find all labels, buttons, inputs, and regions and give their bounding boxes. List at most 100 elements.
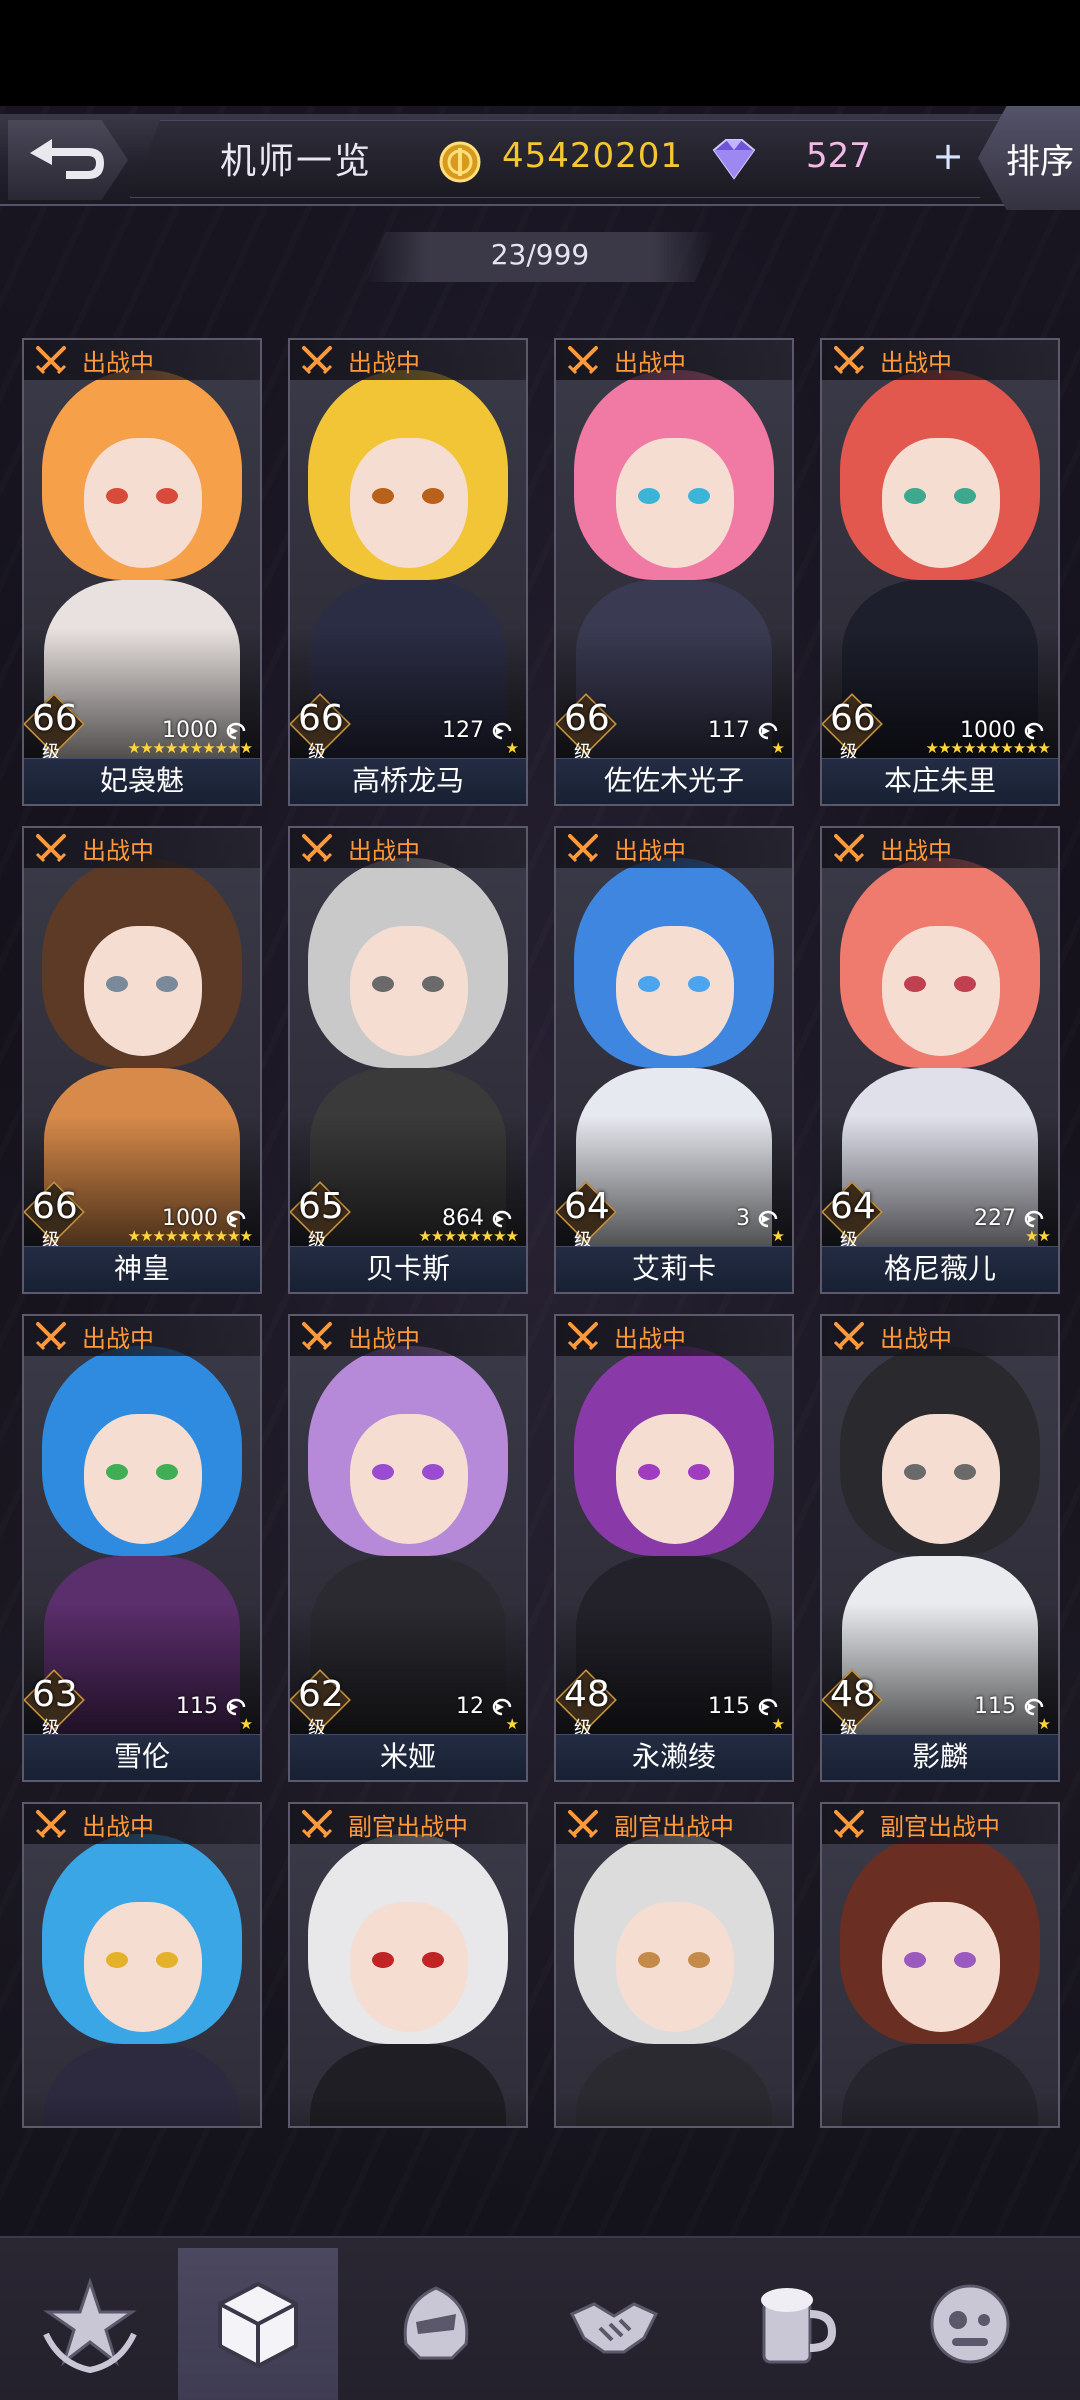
pilot-name: 影麟 <box>822 1734 1058 1780</box>
crossed-swords-icon <box>567 1810 599 1839</box>
deploy-status-tag: 出战中 <box>822 1316 1058 1356</box>
pilot-name: 米娅 <box>290 1734 526 1780</box>
nav-tab[interactable]: 酒馆 <box>712 2248 872 2400</box>
gold-coin-icon <box>439 141 481 183</box>
pilot-card[interactable]: 出战中 65 级 864 ★★★★★★★★ 贝卡斯 <box>288 826 528 1294</box>
diamond-gem-icon <box>712 139 756 180</box>
crossed-swords-icon <box>301 1810 333 1839</box>
handshake-icon <box>569 2302 659 2354</box>
deploy-status-tag: 出战中 <box>556 828 792 868</box>
pilot-card[interactable]: 出战中 48 级 115 ★ 永濑绫 <box>554 1314 794 1782</box>
pilot-portrait <box>24 340 260 760</box>
pilot-portrait <box>290 1804 526 2126</box>
deploy-status-text: 出战中 <box>82 348 154 377</box>
tavern-mug-icon <box>761 2288 837 2364</box>
shard-count: 115 <box>974 1694 1016 1719</box>
deploy-status-tag: 出战中 <box>24 1316 260 1356</box>
shard-arrow-icon <box>492 1698 512 1716</box>
deploy-status-tag: 出战中 <box>24 340 260 380</box>
pilot-name: 本庄朱里 <box>822 758 1058 804</box>
deploy-status-text: 出战中 <box>348 1324 420 1353</box>
pilot-portrait <box>822 1316 1058 1736</box>
shard-arrow-icon <box>1024 722 1044 740</box>
pilot-level: 66 <box>32 1186 78 1227</box>
nav-tab[interactable]: 编队 <box>356 2248 516 2400</box>
star-rating: ★ <box>239 1715 253 1733</box>
pilot-card[interactable]: 出战中 66 级 1000 ★★★★★★★★★★ 神皇 <box>22 826 262 1294</box>
star-rating: ★ <box>505 739 519 757</box>
crossed-swords-icon <box>833 834 865 863</box>
shard-arrow-icon <box>1024 1210 1044 1228</box>
pilot-card[interactable]: 出战中 <box>22 1802 262 2128</box>
deploy-status-tag: 出战中 <box>822 340 1058 380</box>
pilot-name: 高桥龙马 <box>290 758 526 804</box>
nav-tab[interactable]: 仓库 <box>178 2248 338 2400</box>
pilot-card[interactable]: 出战中 66 级 1000 ★★★★★★★★★★ 本庄朱里 <box>820 338 1060 806</box>
star-rating: ★★ <box>1025 1227 1051 1245</box>
crossed-swords-icon <box>35 834 67 863</box>
pilot-list-screen: 机师一览 45420201 527 + 排序 23/999 出战中 66 级 1000… <box>0 106 1080 2400</box>
deploy-status-tag: 出战中 <box>556 340 792 380</box>
shard-arrow-icon <box>226 1698 246 1716</box>
crossed-swords-icon <box>567 1322 599 1351</box>
add-gems-button[interactable]: + <box>928 137 968 178</box>
pilot-portrait <box>822 340 1058 760</box>
pilot-name: 格尼薇儿 <box>822 1246 1058 1292</box>
pilot-card[interactable]: 出战中 63 级 115 ★ 雪伦 <box>22 1314 262 1782</box>
shard-count: 227 <box>974 1206 1016 1231</box>
deploy-status-tag: 出战中 <box>822 828 1058 868</box>
gem-amount: 527 <box>806 136 871 176</box>
shop-robot-icon <box>930 2284 1010 2364</box>
pilot-card[interactable]: 副官出战中 <box>288 1802 528 2128</box>
deploy-status-tag: 出战中 <box>290 1316 526 1356</box>
shard-arrow-icon <box>758 1698 778 1716</box>
shard-arrow-icon <box>492 1210 512 1228</box>
deploy-status-text: 出战中 <box>614 348 686 377</box>
deploy-status-text: 副官出战中 <box>348 1812 468 1841</box>
deploy-status-text: 出战中 <box>82 1812 154 1841</box>
shard-arrow-icon <box>492 722 512 740</box>
pilot-card[interactable]: 副官出战中 <box>820 1802 1060 2128</box>
back-arrow-icon <box>30 139 104 179</box>
shard-count: 127 <box>442 718 484 743</box>
nav-tab[interactable]: 商城 <box>890 2248 1050 2400</box>
pilot-card[interactable]: 出战中 48 级 115 ★ 影麟 <box>820 1314 1060 1782</box>
deploy-status-tag: 出战中 <box>24 828 260 868</box>
pilot-level: 64 <box>564 1186 610 1227</box>
deploy-status-tag: 出战中 <box>556 1316 792 1356</box>
gold-coin-amount: 45420201 <box>502 136 684 176</box>
pilot-card[interactable]: 出战中 64 级 227 ★★ 格尼薇儿 <box>820 826 1060 1294</box>
nav-tab[interactable]: 社交 <box>534 2248 694 2400</box>
pilot-level: 62 <box>298 1674 344 1715</box>
pilot-card[interactable]: 出战中 66 级 127 ★ 高桥龙马 <box>288 338 528 806</box>
pilot-level: 65 <box>298 1186 344 1227</box>
crossed-swords-icon <box>567 834 599 863</box>
pilot-card[interactable]: 出战中 66 级 1000 ★★★★★★★★★★ 妃袅魅 <box>22 338 262 806</box>
crossed-swords-icon <box>833 346 865 375</box>
crossed-swords-icon <box>301 346 333 375</box>
pilot-card[interactable]: 副官出战中 <box>554 1802 794 2128</box>
shard-arrow-icon <box>1024 1698 1044 1716</box>
pilot-level: 66 <box>32 698 78 739</box>
star-rating: ★★★★★★★★★★ <box>925 739 1051 757</box>
pilot-count: 23/999 <box>490 238 590 271</box>
pilot-portrait <box>290 340 526 760</box>
crossed-swords-icon <box>833 1810 865 1839</box>
crossed-swords-icon <box>35 1810 67 1839</box>
pilot-card[interactable]: 出战中 64 级 3 ★ 艾莉卡 <box>554 826 794 1294</box>
shard-arrow-icon <box>226 722 246 740</box>
deploy-status-text: 出战中 <box>614 836 686 865</box>
shard-count: 117 <box>708 718 750 743</box>
pilot-portrait <box>556 828 792 1248</box>
deploy-status-tag: 出战中 <box>24 1804 260 1844</box>
deploy-status-text: 出战中 <box>614 1324 686 1353</box>
deploy-status-text: 出战中 <box>82 1324 154 1353</box>
pilot-portrait <box>24 828 260 1248</box>
nav-tab[interactable]: 基地 <box>10 2248 170 2400</box>
pilot-level: 48 <box>564 1674 610 1715</box>
shard-arrow-icon <box>226 1210 246 1228</box>
pilot-card[interactable]: 出战中 62 级 12 ★ 米娅 <box>288 1314 528 1782</box>
pilot-card[interactable]: 出战中 66 级 117 ★ 佐佐木光子 <box>554 338 794 806</box>
deploy-status-text: 出战中 <box>880 348 952 377</box>
pilot-name: 佐佐木光子 <box>556 758 792 804</box>
